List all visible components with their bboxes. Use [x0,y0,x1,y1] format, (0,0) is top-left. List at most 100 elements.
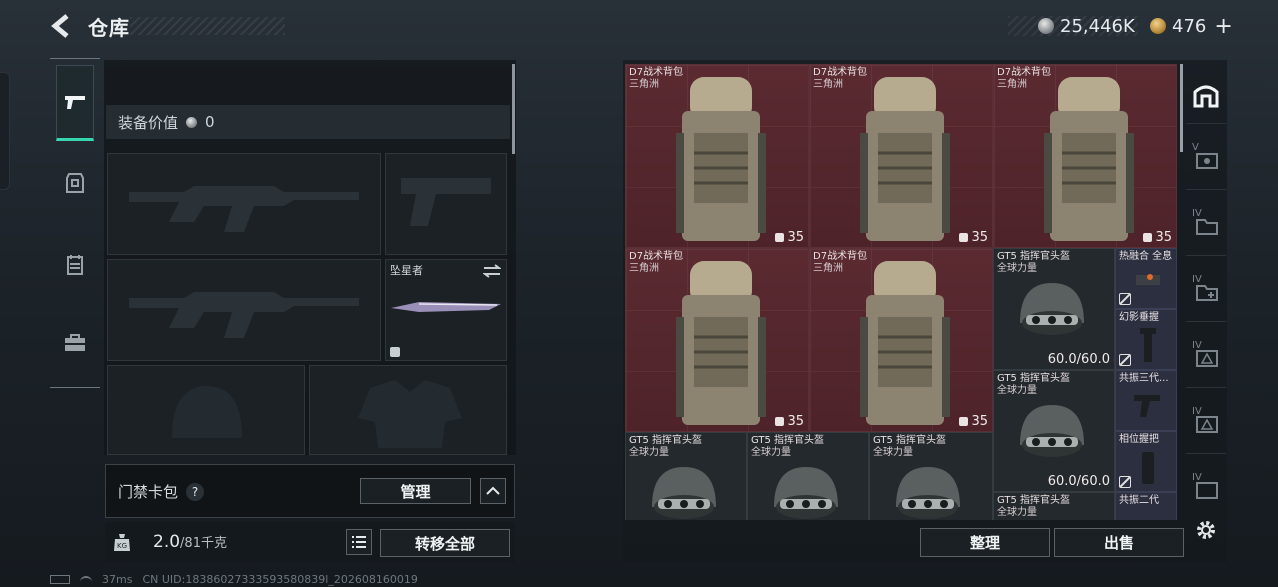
pistol-slot[interactable] [385,153,507,255]
stash-item-helmet[interactable]: GT5 指挥官头盔 全球力量 60.0/60.0 [993,370,1115,492]
gold-amount: 476 [1172,15,1207,37]
stash-item-helmet[interactable]: GT5 指挥官头盔 全球力量 60.0/60.0 [993,248,1115,370]
svg-text:KG: KG [117,542,127,550]
item-count: 35 [959,414,988,429]
nav-chest-rig[interactable] [50,241,100,289]
item-count: 35 [959,230,988,245]
item-subtitle: 三角洲 [813,79,843,90]
stash-item-backpack[interactable]: D7战术背包 三角洲 35 [809,64,993,248]
item-name: 共振二代 [1119,495,1159,506]
uid-text: CN UID:18386027333593580839l_20260816001… [142,573,418,586]
stash-tab-1[interactable]: V [1186,130,1226,190]
keycard-pack-panel: 门禁卡包 ? 管理 [105,464,515,518]
item-name: 热融合 全息 [1119,251,1173,262]
stash-item-helmet[interactable]: GT5 指挥官头盔 全球力量 [625,432,747,520]
rig-icon [67,255,83,275]
briefcase-icon [65,334,85,351]
nav-weapons[interactable] [56,65,94,141]
item-name: D7战术背包 [997,67,1052,78]
stash-scrollbar[interactable] [1180,64,1183,152]
item-name: D7战术背包 [629,251,684,262]
stash-item-helmet[interactable]: GT5 指挥官头盔 全球力量 [747,432,869,520]
melee-name: 坠星者 [390,264,423,277]
primary-weapon-slot[interactable] [107,153,381,255]
page-header: 仓库 [48,8,130,44]
helmet-silhouette-icon [172,386,242,438]
stash-item-attachment[interactable]: 共振二代 [1115,492,1177,520]
rifle-silhouette-icon [129,186,359,232]
stash-grid: D7战术背包 三角洲 35 D7战术背包 三角洲 35 D7战术背包 三角洲 3… [625,64,1177,520]
transfer-all-button[interactable]: 转移全部 [380,529,510,557]
gold-currency[interactable]: 476 + [1150,14,1233,39]
no-sell-icon [1119,476,1131,488]
stash-tab-6[interactable]: IV [1186,460,1226,520]
lock-icon [959,233,969,242]
sort-button[interactable]: 整理 [920,528,1050,557]
swap-icon[interactable] [483,264,501,278]
silver-currency[interactable]: 25,446K [1038,14,1135,38]
item-name: D7战术背包 [813,67,868,78]
backpack-icon [676,261,766,425]
equipment-value-label: 装备价值 [118,113,179,132]
lock-icon [390,347,400,357]
stash-item-helmet[interactable]: GT5 指挥官头盔 全球力量 [869,432,993,520]
title-decoration [130,17,285,35]
stash-tab-home[interactable] [1186,64,1226,124]
nav-case[interactable] [50,319,100,367]
item-name: GT5 指挥官头盔 [751,435,825,446]
stash-tab-5[interactable]: IV [1186,394,1226,454]
gold-add-button[interactable]: + [1214,14,1232,39]
back-arrow-icon [51,14,69,38]
silver-coin-icon [1038,18,1054,34]
helmet-icon [774,467,838,519]
sight-icon [1136,274,1160,285]
back-button[interactable] [48,12,76,40]
stash-item-helmet[interactable]: GT5 指挥官头盔 全球力量 [993,492,1115,520]
ping-text: 37ms [102,573,133,586]
item-name: D7战术背包 [813,251,868,262]
stash-item-backpack[interactable]: D7战术背包 三角洲 35 [809,248,993,432]
item-name: D7战术背包 [629,67,684,78]
stash-tabs: V IV IV IV IV IV [1186,64,1226,524]
no-sell-icon [1119,354,1131,366]
weight-max: /81千克 [180,536,227,551]
stash-item-backpack[interactable]: D7战术背包 三角洲 35 [993,64,1177,248]
secondary-weapon-slot[interactable] [107,259,381,361]
item-count: 35 [775,414,804,429]
stash-item-attachment[interactable]: 共振三代... [1115,370,1177,431]
stash-item-attachment[interactable]: 幻影垂握 [1115,309,1177,370]
chevron-up-icon [486,486,500,495]
equipment-value: 0 [205,113,215,131]
equipment-value-row: 装备价值 0 [106,105,510,139]
side-drawer-tab[interactable] [0,72,10,190]
list-view-button[interactable] [346,529,372,555]
nav-helmet-armor[interactable] [50,159,100,207]
stash-tab-2[interactable]: IV [1186,196,1226,256]
stash-item-attachment[interactable]: 热融合 全息 [1115,248,1177,309]
stash-item-backpack[interactable]: D7战术背包 三角洲 35 [625,64,809,248]
stash-item-attachment[interactable]: 相位握把 [1115,431,1177,492]
stash-item-backpack[interactable]: D7战术背包 三角洲 35 [625,248,809,432]
manage-button[interactable]: 管理 [360,478,471,504]
melee-slot[interactable]: 坠星者 [385,259,507,361]
expand-button[interactable] [480,478,506,504]
help-icon[interactable]: ? [186,482,205,501]
equipment-category-nav [50,58,100,388]
lock-icon [959,417,969,426]
item-subtitle: 三角洲 [629,263,659,274]
item-durability: 60.0/60.0 [1047,352,1110,367]
equipment-scrollbar[interactable] [512,64,515,154]
lock-icon [1143,233,1153,242]
stash-tab-4[interactable]: IV [1186,328,1226,388]
helmet-slot[interactable] [107,365,305,455]
stash-tab-3[interactable]: IV [1186,262,1226,322]
armor-slot[interactable] [309,365,507,455]
list-icon [352,536,366,548]
helmet-icon [1020,405,1084,457]
settings-button[interactable] [1194,518,1218,542]
armor-icon [66,173,84,193]
stash-tab-level: V [1192,142,1199,153]
sell-button[interactable]: 出售 [1054,528,1184,557]
vest-silhouette-icon [358,380,462,448]
weight-display: 2.0/81千克 [153,532,227,552]
